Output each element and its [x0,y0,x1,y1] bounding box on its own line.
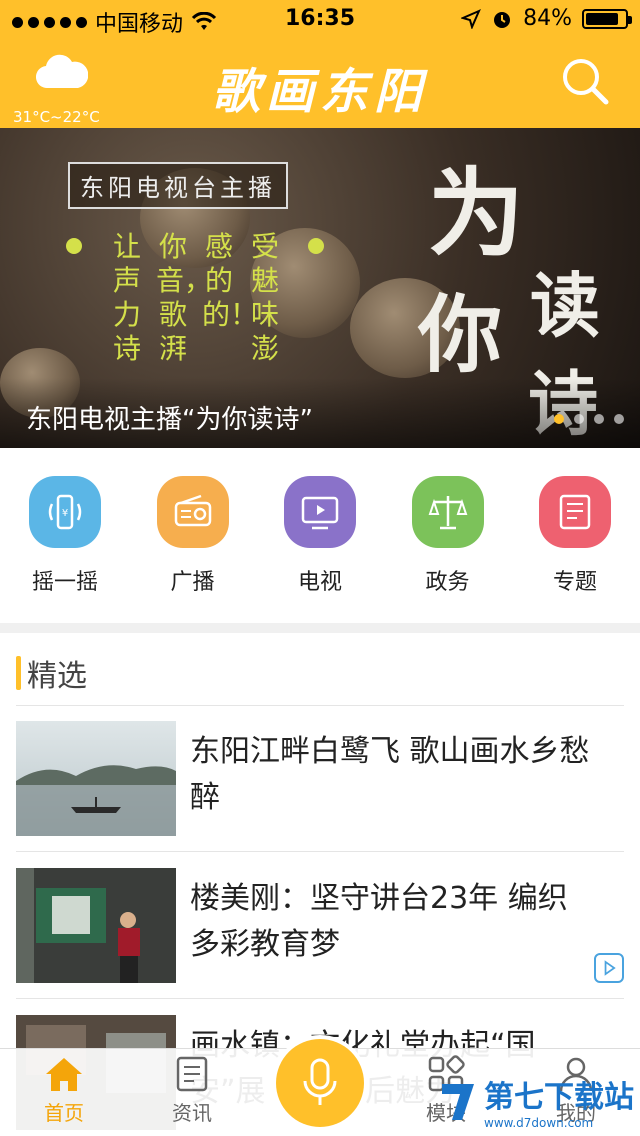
quick-nav-label: 专题 [552,570,597,595]
quick-nav: ¥ 摇一摇 广播 电视 政务 专题 [0,448,640,623]
scales-icon [411,476,484,548]
app-logo: 歌画东阳 [211,64,428,120]
banner-dot [308,238,324,254]
section-accent-bar [16,656,21,690]
banner-column-2: 你音，歌湃 [156,230,213,365]
status-right: 84% [461,6,632,31]
tv-icon [284,476,356,548]
banner-column-3: 感的的！ [202,230,259,331]
banner-big-char: 你 [418,285,503,384]
voice-button[interactable] [276,1039,364,1127]
banner-tag: 东阳电视台主播 [68,162,288,209]
app-header: 31°C~22°C 歌画东阳 [0,40,640,128]
pager-dot[interactable] [594,414,604,424]
banner-caption: 东阳电视主播“为你读诗” [26,405,313,435]
banner-big-char: 读 [530,264,600,347]
top-bar: 中国移动 16:35 84% 31°C~22°C 歌画东阳 [0,0,640,128]
banner-column-4: 受魅味澎 [250,230,279,365]
banner-pager[interactable] [554,414,624,424]
quick-nav-label: 摇一摇 [31,570,98,595]
svg-text:¥: ¥ [62,508,68,519]
banner-dot [66,238,82,254]
tab-news[interactable]: 资讯 [152,1055,232,1126]
watermark: 第七下载站 www.d7down.com [438,1072,634,1130]
watermark-logo-icon [442,1084,474,1120]
tab-label: 首页 [44,1101,84,1125]
video-play-icon[interactable] [594,953,624,983]
quick-nav-shake[interactable]: ¥ 摇一摇 [28,476,102,623]
alarm-icon [494,11,511,28]
radio-icon [156,476,229,548]
battery-icon [582,8,632,29]
quick-nav-government[interactable]: 政务 [411,476,485,623]
list-divider [16,998,624,999]
article-thumbnail [16,868,176,983]
quick-nav-radio[interactable]: 广播 [156,476,230,623]
article-thumbnail [16,721,176,836]
article-item[interactable]: 东阳江畔白鹭飞 歌山画水乡愁醉 [16,721,624,836]
section-title: 精选 [27,659,87,694]
quick-nav-label: 电视 [297,570,342,595]
quick-nav-topics[interactable]: 专题 [538,476,612,623]
article-item[interactable]: 楼美刚：坚守讲台23年 编织多彩教育梦 [16,868,624,983]
battery-percent: 84% [523,6,572,31]
pager-dot[interactable] [574,414,584,424]
home-icon [46,1058,82,1091]
microphone-icon [303,1058,337,1105]
tab-home[interactable]: 首页 [24,1055,104,1126]
banner-big-char: 为 [428,157,524,270]
location-arrow-icon [461,8,482,29]
quick-nav-label: 政务 [425,570,470,595]
quick-nav-tv[interactable]: 电视 [283,476,357,623]
article-title: 楼美刚：坚守讲台23年 编织多彩教育梦 [190,881,568,962]
search-icon[interactable] [558,54,612,108]
news-icon [176,1056,208,1092]
pager-dot[interactable] [554,414,564,424]
article-title: 东阳江畔白鹭飞 歌山画水乡愁醉 [190,734,590,815]
pager-dot[interactable] [614,414,624,424]
status-bar: 中国移动 16:35 84% [0,0,640,40]
list-divider [16,705,624,706]
list-divider [16,851,624,852]
document-icon [539,476,611,548]
banner-column-1: 让声力诗 [112,230,141,365]
tab-label: 资讯 [172,1101,212,1125]
section-divider [0,623,640,633]
shake-phone-icon: ¥ [29,476,101,548]
quick-nav-label: 广播 [170,570,215,595]
section-header: 精选 [16,651,87,695]
bottom-tab-bar: 首页 资讯 模块 我的 第七下载站 www.d7down.com [0,1039,640,1136]
hero-banner[interactable]: 东阳电视台主播 让声力诗 你音，歌湃 感的的！ 受魅味澎 为 你 读 诗 东阳电… [0,128,640,448]
watermark-url: www.d7down.com [484,1116,594,1130]
watermark-title: 第七下载站 [484,1080,634,1115]
